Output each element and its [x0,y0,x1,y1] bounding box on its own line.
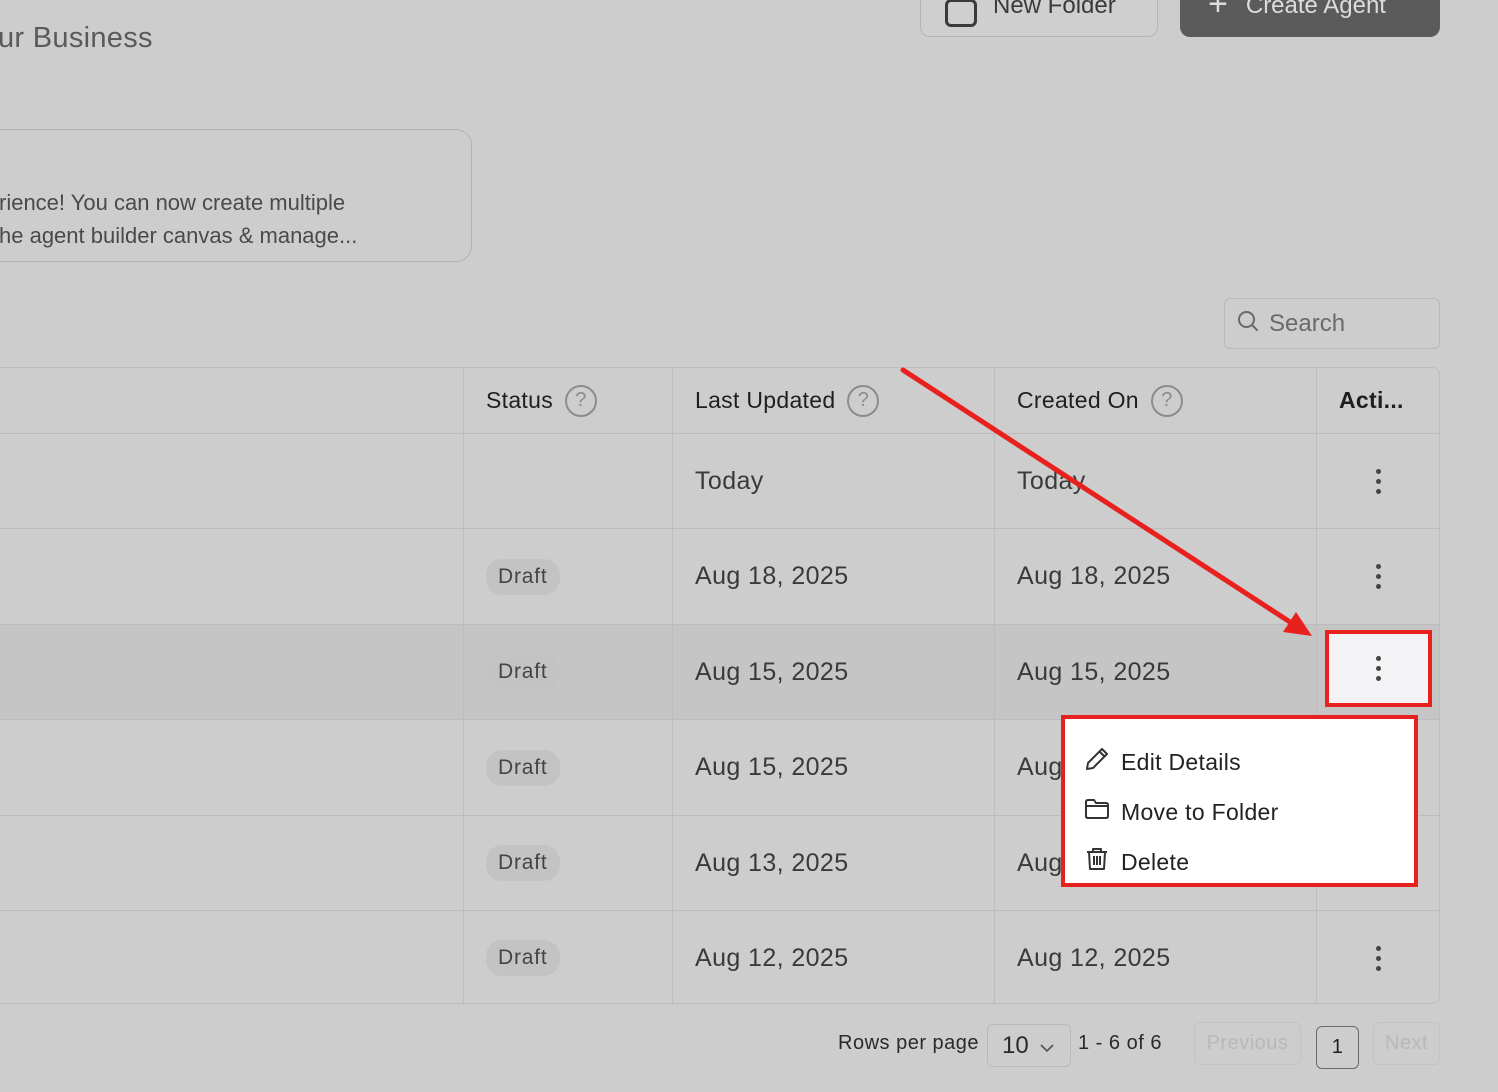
more-vertical-icon[interactable] [1376,564,1381,589]
pencil-icon [1083,745,1111,779]
new-folder-button[interactable]: New Folder [920,0,1158,37]
created-on-cell: Aug 12, 2025 [994,911,1317,1003]
plus-icon: + [1208,0,1228,23]
column-label: Acti... [1339,387,1404,413]
column-label: Last Updated [695,387,836,413]
rows-per-page-label: Rows per page [838,1032,980,1054]
menu-item-move-to-folder[interactable]: Move to Folder [1065,787,1414,837]
status-badge: Draft [486,558,560,595]
agents-table: Status ? Last Updated ? Created On ? Act… [0,367,1440,1004]
status-cell: Draft [463,720,673,815]
status-cell: Draft [463,816,673,910]
table-row[interactable]: Today Today [0,434,1439,529]
page-number-button[interactable]: 1 [1316,1026,1359,1069]
last-updated-cell: Aug 15, 2025 [672,720,995,815]
help-circle-icon[interactable]: ? [565,384,598,417]
chevron-down-icon [1039,1032,1055,1060]
date-text: Aug 15, 2025 [1017,657,1171,686]
table-row[interactable]: Draft Aug 12, 2025 Aug 12, 2025 [0,911,1439,1003]
banner-line-1: rience! You can now create multiple [0,190,346,215]
date-text: Aug 18, 2025 [1017,562,1171,590]
status-cell: Draft [463,911,673,1003]
date-text: Aug 15, 2025 [695,753,849,781]
column-header-created-on[interactable]: Created On ? [994,368,1317,433]
announcement-banner: rience! You can now create multiple he a… [0,129,472,262]
date-text: Aug 15, 2025 [695,657,849,686]
menu-item-edit-details[interactable]: Edit Details [1065,737,1414,787]
help-circle-icon[interactable]: ? [847,384,880,417]
last-updated-cell: Aug 18, 2025 [672,529,995,624]
last-updated-cell: Aug 13, 2025 [672,816,995,910]
column-label: Status [486,387,554,413]
created-on-cell: Today [994,434,1317,528]
created-on-cell: Aug 18, 2025 [994,529,1317,624]
status-cell: Draft [463,625,673,719]
row-actions-menu: Edit Details Move to Folder Delete [1061,715,1418,887]
page-title: ur Business [0,22,153,54]
column-header-actions: Acti... [1316,368,1439,433]
create-agent-label: Create Agent [1245,0,1386,19]
date-text: Aug 12, 2025 [1017,943,1171,972]
rows-per-page-value: 10 [1002,1031,1029,1059]
pagination-range: 1 - 6 of 6 [1078,1032,1162,1054]
last-updated-cell: Aug 12, 2025 [672,911,995,1003]
folder-icon [1083,795,1111,829]
status-badge: Draft [486,654,560,690]
more-vertical-icon[interactable] [1376,656,1381,681]
menu-item-label: Edit Details [1121,748,1241,775]
table-row[interactable]: Draft Aug 15, 2025 Aug 15, 2025 [0,625,1439,720]
menu-item-label: Delete [1121,848,1190,875]
more-vertical-icon[interactable] [1376,945,1381,971]
actions-cell [1316,911,1439,1003]
status-badge: Draft [486,749,560,786]
folder-outline-icon [945,0,977,27]
help-circle-icon[interactable]: ? [1150,384,1183,417]
column-header-status[interactable]: Status ? [463,368,673,433]
column-label: Created On [1017,387,1139,413]
status-cell: Draft [463,529,673,624]
menu-item-delete[interactable]: Delete [1065,837,1414,887]
actions-cell [1316,529,1439,624]
table-row[interactable]: Draft Aug 18, 2025 Aug 18, 2025 [0,529,1439,625]
date-text: Today [1017,466,1086,495]
search-icon [1237,310,1259,337]
date-text: Aug [1017,848,1063,877]
next-page-button[interactable]: Next [1373,1022,1440,1065]
status-badge: Draft [486,845,560,881]
created-on-cell: Aug 15, 2025 [994,625,1317,719]
actions-cell [1316,434,1439,528]
rows-per-page-select[interactable]: 10 [987,1024,1071,1067]
date-text: Aug 18, 2025 [695,562,849,590]
table-header-row: Status ? Last Updated ? Created On ? Act… [0,368,1439,434]
row-actions-button-highlighted[interactable] [1325,630,1432,707]
date-text: Today [695,466,764,495]
date-text: Aug 12, 2025 [695,943,849,972]
banner-line-2: he agent builder canvas & manage... [0,223,358,248]
menu-item-label: Move to Folder [1121,798,1279,825]
trash-icon [1083,845,1111,879]
status-badge: Draft [486,940,560,976]
new-folder-label: New Folder [993,0,1116,19]
more-vertical-icon[interactable] [1376,468,1381,494]
search-input[interactable] [1269,309,1439,338]
date-text: Aug [1017,753,1063,781]
previous-page-button[interactable]: Previous [1194,1022,1301,1065]
last-updated-cell: Aug 15, 2025 [672,625,995,719]
create-agent-button[interactable]: + Create Agent [1180,0,1440,37]
last-updated-cell: Today [672,434,995,528]
date-text: Aug 13, 2025 [695,848,849,877]
search-box[interactable] [1224,298,1440,349]
status-cell [463,434,673,528]
column-header-last-updated[interactable]: Last Updated ? [672,368,995,433]
